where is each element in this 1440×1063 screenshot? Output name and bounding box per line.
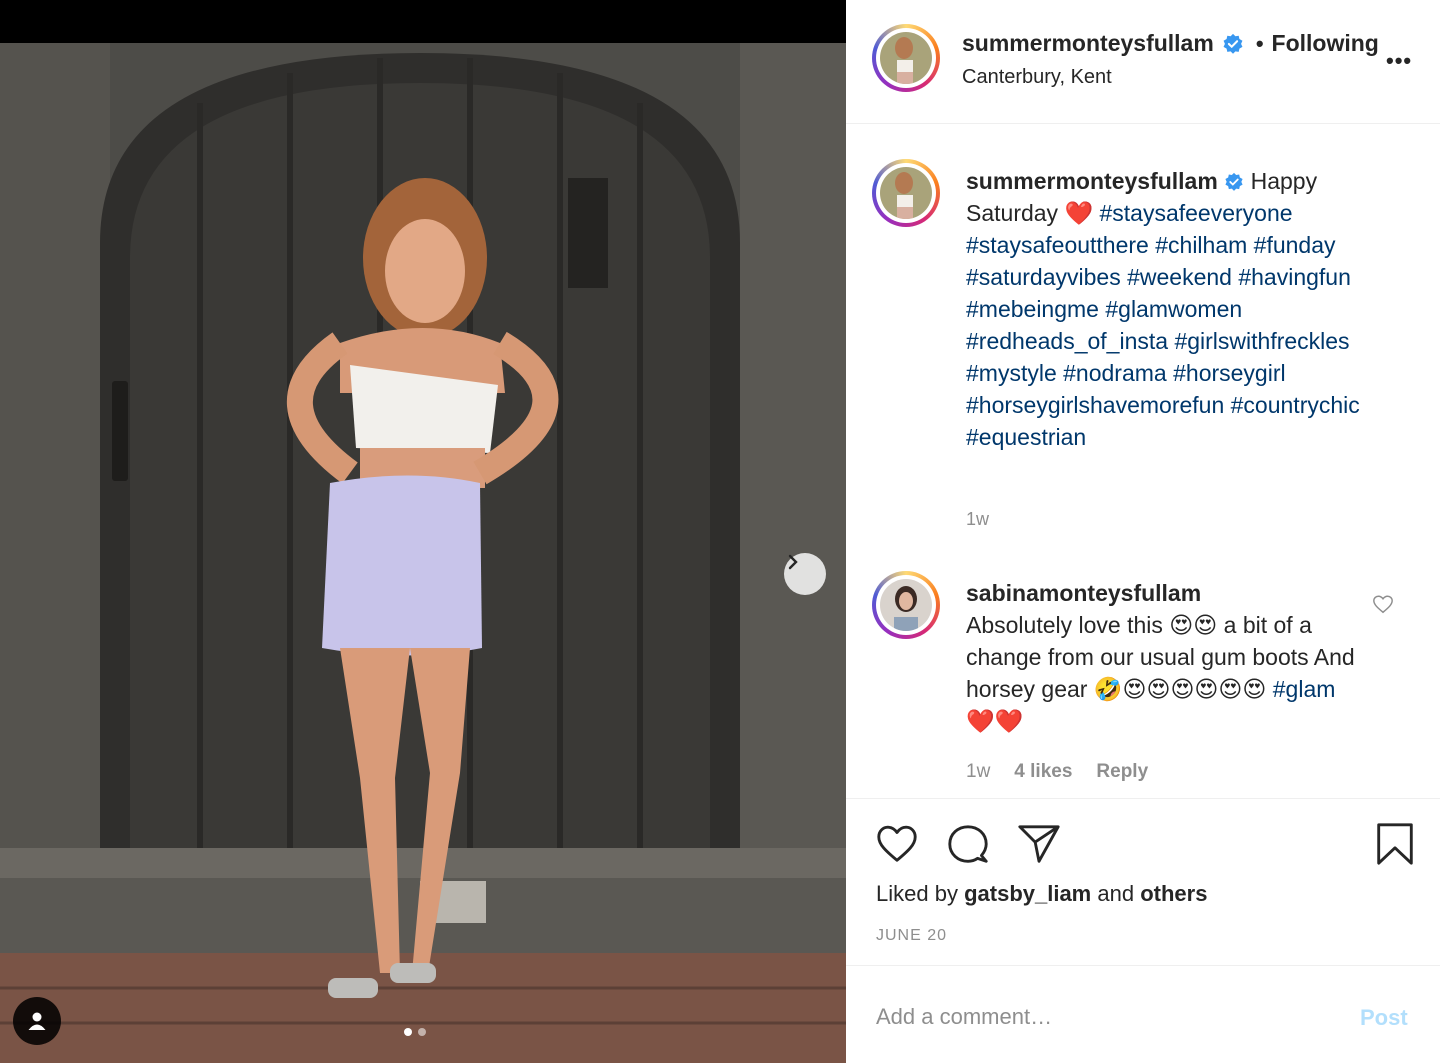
caption-emoji: ❤️	[1064, 200, 1094, 226]
comment-emoji: 😍😍	[1169, 612, 1218, 638]
photo-illustration	[0, 43, 846, 1063]
post-side-panel: summermonteysfullam • Following Canterbu…	[846, 0, 1440, 1063]
header-user-line: summermonteysfullam • Following	[962, 30, 1379, 57]
liked-by-prefix: Liked by	[876, 881, 958, 906]
share-icon[interactable]	[1016, 821, 1062, 867]
liked-by-others[interactable]: others	[1140, 881, 1207, 906]
caption-hashtag[interactable]: #horseygirlshavemorefun	[966, 392, 1224, 418]
comment-icon[interactable]	[945, 821, 991, 867]
caption-hashtag[interactable]: #nodrama	[1063, 360, 1167, 386]
following-button[interactable]: Following	[1272, 30, 1379, 57]
caption-avatar[interactable]	[872, 159, 940, 227]
caption-hashtag[interactable]: #staysafeoutthere	[966, 232, 1149, 258]
post-actions: Liked by gatsby_liam and others JUNE 20	[846, 798, 1440, 966]
caption-hashtag[interactable]: #redheads_of_insta	[966, 328, 1168, 354]
comments-section[interactable]: summermonteysfullam Happy Saturday ❤️ #s…	[846, 125, 1440, 797]
caption-hashtag[interactable]: #countrychic	[1231, 392, 1360, 418]
user-tag-icon	[28, 1012, 46, 1030]
author-avatar[interactable]	[872, 24, 940, 92]
caption-hashtag[interactable]: #saturdayvibes	[966, 264, 1121, 290]
comment-username[interactable]: sabinamonteysfullam	[966, 577, 1366, 609]
caption-hashtag[interactable]: #chilham	[1155, 232, 1247, 258]
liked-by-user[interactable]: gatsby_liam	[964, 881, 1091, 906]
caption-username[interactable]: summermonteysfullam	[966, 168, 1218, 194]
header-separator: •	[1255, 30, 1264, 56]
liked-by-and: and	[1097, 881, 1135, 906]
caption-hashtag[interactable]: #mebeingme	[966, 296, 1099, 322]
post-date[interactable]: JUNE 20	[876, 927, 947, 945]
comment-text: Absolutely love this	[966, 612, 1163, 638]
caption-hashtag[interactable]: #staysafeeveryone	[1099, 200, 1292, 226]
comment-meta: 1w 4 likes Reply	[966, 761, 1148, 783]
caption-hashtag[interactable]: #mystyle	[966, 360, 1057, 386]
avatar-image	[880, 167, 932, 219]
post-location[interactable]: Canterbury, Kent	[962, 66, 1112, 89]
verified-badge-icon	[1223, 33, 1243, 54]
avatar-image	[880, 32, 932, 84]
more-options-button[interactable]: •••	[1386, 48, 1412, 74]
next-photo-button[interactable]	[784, 553, 826, 595]
post-caption: summermonteysfullam Happy Saturday ❤️ #s…	[966, 165, 1406, 453]
post-media	[0, 0, 846, 1063]
like-comment-heart-icon[interactable]	[1372, 593, 1394, 615]
liked-by-summary: Liked by gatsby_liam and others	[876, 881, 1207, 907]
tagged-users-button[interactable]	[13, 997, 61, 1045]
comment-emoji: 🤣😍😍😍😍😍😍	[1093, 676, 1267, 702]
caption-hashtag[interactable]: #havingfun	[1238, 264, 1351, 290]
comment-item: sabinamonteysfullam Absolutely love this…	[966, 577, 1366, 737]
heart-icon[interactable]	[874, 821, 920, 867]
caption-hashtag[interactable]: #girlswithfreckles	[1174, 328, 1349, 354]
post-header: summermonteysfullam • Following Canterbu…	[846, 0, 1440, 124]
avatar-image	[880, 579, 932, 631]
caption-hashtag[interactable]: #funday	[1254, 232, 1336, 258]
bookmark-icon[interactable]	[1372, 821, 1418, 867]
comment-likes[interactable]: 4 likes	[1014, 761, 1072, 783]
add-comment-bar: Post	[846, 967, 1440, 1063]
caption-hashtag[interactable]: #glamwomen	[1105, 296, 1242, 322]
verified-badge-icon	[1225, 172, 1243, 191]
author-username[interactable]: summermonteysfullam	[962, 30, 1214, 57]
caption-hashtags: #staysafeeveryone #staysafeoutthere #chi…	[966, 200, 1360, 450]
caption-hashtag[interactable]: #equestrian	[966, 424, 1086, 450]
reply-button[interactable]: Reply	[1096, 761, 1148, 783]
carousel-dot-active	[404, 1028, 412, 1036]
post-photo[interactable]	[0, 43, 846, 1063]
caption-hashtag[interactable]: #weekend	[1127, 264, 1232, 290]
commenter-avatar[interactable]	[872, 571, 940, 639]
caption-hashtag[interactable]: #horseygirl	[1173, 360, 1286, 386]
comment-hashtag[interactable]: #glam	[1273, 676, 1336, 702]
add-comment-input[interactable]	[876, 997, 1336, 1037]
post-comment-button[interactable]: Post	[1360, 1005, 1408, 1031]
comment-timestamp[interactable]: 1w	[966, 761, 990, 783]
comment-emoji: ❤️❤️	[966, 708, 1024, 734]
caption-timestamp[interactable]: 1w	[966, 509, 989, 530]
chevron-right-icon	[788, 554, 798, 570]
carousel-dot	[418, 1028, 426, 1036]
carousel-indicator	[404, 1028, 426, 1036]
